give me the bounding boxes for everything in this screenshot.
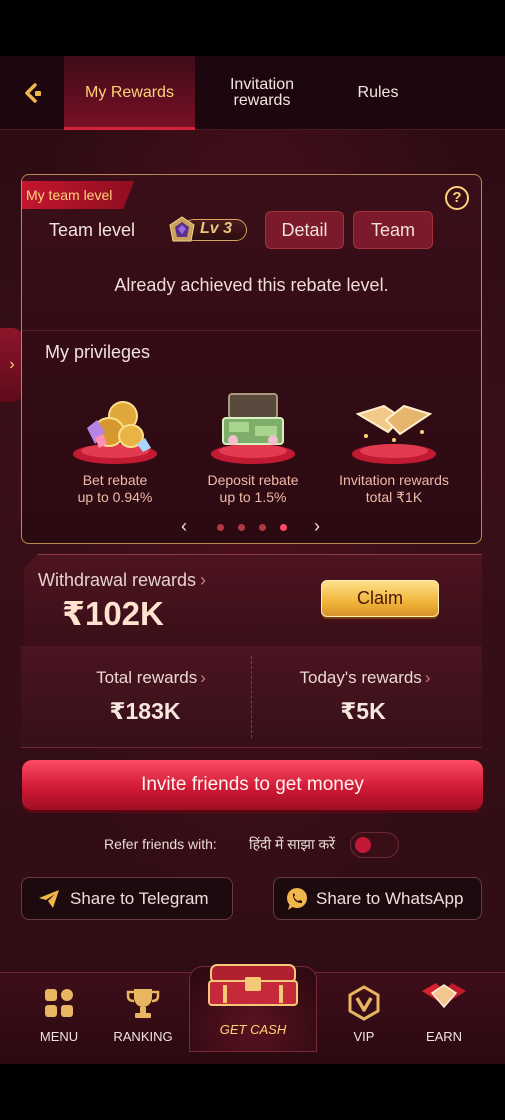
divider: [22, 330, 481, 331]
privilege-bet-rebate[interactable]: Bet rebate up to 0.94%: [45, 380, 185, 510]
chevron-right-icon: ›: [9, 356, 15, 373]
privilege-line2: up to 0.94%: [77, 489, 153, 505]
nav-earn[interactable]: EARN: [404, 973, 484, 1064]
tab-rules[interactable]: Rules: [336, 56, 420, 130]
privilege-line2: up to 1.5%: [219, 489, 287, 505]
carousel-next-icon[interactable]: ›: [314, 517, 320, 535]
cash-briefcase-icon: [211, 393, 295, 464]
claim-button[interactable]: Claim: [321, 580, 439, 617]
team-level-label: Team level: [49, 220, 136, 240]
telegram-icon: [36, 886, 62, 912]
header: My Rewards Invitation rewards Rules: [0, 56, 505, 130]
carousel-dot[interactable]: [217, 524, 224, 531]
gem-rank-icon: [169, 216, 195, 242]
screen: My Rewards Invitation rewards Rules › My…: [0, 0, 505, 1120]
privilege-label: Bet rebate up to 0.94%: [45, 472, 185, 506]
tab-label: Rules: [357, 84, 399, 101]
withdrawal-label-text: Withdrawal rewards: [38, 570, 197, 590]
nav-vip[interactable]: VIP: [324, 973, 404, 1064]
total-rewards-label[interactable]: Total rewards ›: [36, 668, 266, 688]
get-cash-label: GET CASH: [219, 1022, 287, 1037]
detail-button[interactable]: Detail: [265, 211, 344, 249]
menu-grid-icon: [45, 989, 73, 1017]
earn-handshake-icon: [422, 983, 466, 1009]
help-icon[interactable]: ?: [445, 186, 469, 210]
refer-language-label: हिंदी में साझा करें: [249, 836, 335, 852]
privilege-label: Invitation rewards total ₹1K: [324, 472, 464, 506]
withdrawal-label[interactable]: Withdrawal rewards ›: [38, 570, 206, 591]
chevron-right-icon: ›: [200, 668, 206, 687]
treasure-chest-icon: [208, 964, 298, 1006]
nav-label: VIP: [353, 1029, 375, 1044]
nav-label: EARN: [425, 1029, 463, 1044]
coins-gems-icon: [73, 401, 157, 464]
privilege-line1: Bet rebate: [82, 472, 148, 488]
nav-get-cash[interactable]: GET CASH: [189, 964, 317, 1052]
invite-friends-button[interactable]: Invite friends to get money: [22, 760, 483, 810]
privilege-line2: total ₹1K: [365, 489, 423, 505]
privileges-title: My privileges: [45, 342, 151, 362]
level-text: Lv 3: [200, 220, 233, 237]
carousel-dot[interactable]: [259, 524, 266, 531]
vip-badge-icon: [348, 985, 380, 1021]
carousel-prev-icon[interactable]: ‹: [181, 517, 187, 535]
nav-label: RANKING: [113, 1029, 173, 1044]
back-arrow-icon: [25, 83, 41, 103]
refer-label: Refer friends with:: [104, 836, 217, 852]
tab-invitation-rewards[interactable]: Invitation rewards: [206, 56, 318, 130]
app: My Rewards Invitation rewards Rules › My…: [0, 56, 505, 1064]
todays-rewards-label[interactable]: Today's rewards ›: [250, 668, 480, 688]
nav-ranking[interactable]: RANKING: [103, 973, 183, 1064]
privilege-line1: Invitation rewards: [339, 472, 449, 488]
privilege-invitation-rewards[interactable]: Invitation rewards total ₹1K: [324, 380, 464, 510]
handshake-icon: [352, 404, 436, 464]
total-rewards-value: ₹183K: [109, 698, 181, 724]
language-toggle[interactable]: [350, 832, 399, 858]
carousel-dot[interactable]: [238, 524, 245, 531]
trophy-icon: [126, 989, 160, 1018]
chevron-right-icon: ›: [200, 570, 207, 590]
team-level-panel: My team level ? Team level Lv 3 Detail T…: [21, 174, 482, 544]
back-button[interactable]: [18, 78, 48, 108]
achieved-text: Already achieved this rebate level.: [114, 275, 389, 295]
level-badge: Lv 3: [167, 215, 252, 245]
share-telegram-label: Share to Telegram: [70, 888, 209, 908]
tab-my-rewards[interactable]: My Rewards: [64, 56, 195, 130]
todays-rewards-value: ₹5K: [340, 698, 386, 724]
privileges-carousel: ‹ ›: [22, 517, 481, 537]
tab-label: Invitation rewards: [229, 76, 295, 109]
nav-menu[interactable]: MENU: [19, 973, 99, 1064]
team-button[interactable]: Team: [353, 211, 433, 249]
carousel-dot-active[interactable]: [280, 524, 287, 531]
team-level-ribbon: My team level: [22, 181, 135, 209]
tab-label: My Rewards: [85, 84, 174, 101]
share-telegram-button[interactable]: Share to Telegram: [21, 877, 233, 920]
privilege-line1: Deposit rebate: [207, 472, 299, 488]
todays-rewards-label-text: Today's rewards: [299, 668, 422, 687]
rewards-stats-card: [21, 646, 482, 748]
share-whatsapp-button[interactable]: Share to WhatsApp: [273, 877, 482, 920]
withdrawal-amount: ₹102K: [62, 595, 164, 632]
share-whatsapp-label: Share to WhatsApp: [316, 888, 464, 908]
privilege-label: Deposit rebate up to 1.5%: [183, 472, 323, 506]
whatsapp-icon: [284, 886, 310, 912]
privilege-deposit-rebate[interactable]: Deposit rebate up to 1.5%: [183, 380, 323, 510]
chevron-right-icon: ›: [424, 668, 431, 687]
total-rewards-label-text: Total rewards: [96, 668, 198, 687]
toggle-knob: [355, 837, 371, 853]
nav-label: MENU: [39, 1029, 79, 1044]
